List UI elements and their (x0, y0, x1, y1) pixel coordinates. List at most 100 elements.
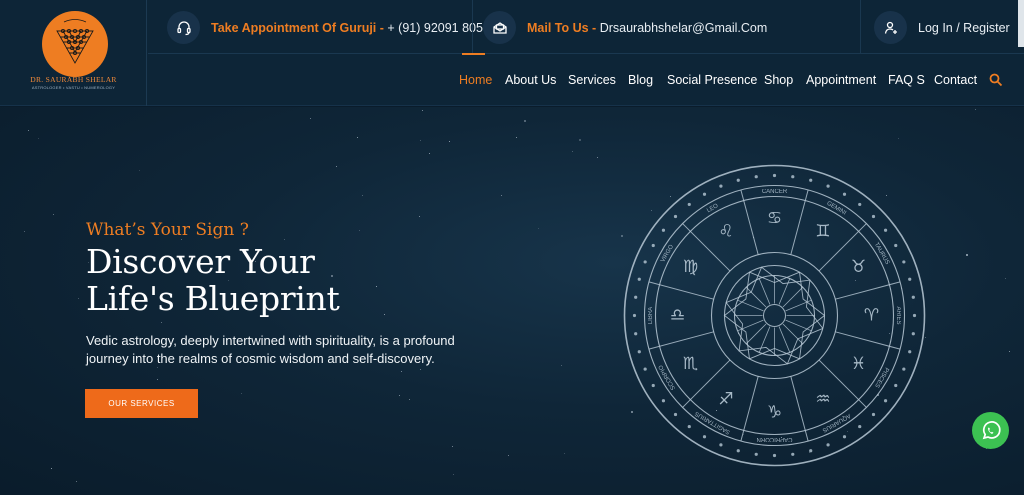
nav-contact[interactable]: Contact (934, 73, 977, 87)
whatsapp-icon[interactable] (972, 412, 1009, 449)
zodiac-dot (911, 332, 915, 336)
zodiac-dot (736, 178, 740, 182)
zodiac-dot (883, 399, 888, 403)
star (453, 474, 454, 475)
zodiac-dot (772, 453, 777, 458)
brand-subtitle: ASTROLOGER • VASTU • NUMEROLOGY (31, 85, 116, 90)
mail-label: Mail To Us - (527, 20, 600, 35)
rosette-ray (758, 278, 771, 305)
zodiac-dot (912, 313, 917, 318)
zodiac-sign-label: LEO (706, 203, 720, 214)
star (561, 365, 562, 366)
star (401, 371, 402, 372)
appointment-contact[interactable]: Take Appointment Of Guruji - + (91) 9209… (167, 11, 497, 44)
hero-title: Discover Your Life's Blueprint (86, 243, 466, 317)
zodiac-dot (911, 295, 915, 299)
zodiac-dot (632, 313, 637, 318)
star (1009, 351, 1010, 352)
site-header: DR. SAURABH SHELAR ASTROLOGER • VASTU • … (0, 0, 1024, 106)
scrollbar[interactable] (1018, 0, 1024, 47)
star (449, 141, 450, 142)
star (564, 453, 565, 454)
star (538, 228, 539, 229)
zodiac-dot (842, 435, 847, 439)
star (420, 140, 421, 141)
search-icon[interactable] (989, 73, 1003, 87)
nav-blog[interactable]: Blog (628, 73, 653, 87)
user-plus-icon (874, 11, 907, 44)
star (422, 110, 423, 111)
headset-icon (167, 11, 200, 44)
star (161, 322, 162, 323)
zodiac-dot (651, 383, 655, 388)
rosette-ray (778, 278, 791, 305)
phone-number[interactable]: + (91) 92091 80537 (387, 21, 496, 35)
zodiac-sign-label: CAPRICORN (756, 436, 792, 442)
zodiac-dot (791, 175, 795, 179)
star (284, 239, 285, 240)
zodiac-dot (809, 449, 813, 453)
appointment-label: Take Appointment Of Guruji - (211, 20, 388, 35)
zodiac-dot (673, 214, 678, 219)
zodiac-glyph-icon: ♏ (683, 354, 698, 374)
zodiac-dot (634, 295, 638, 299)
zodiac-dot (643, 260, 647, 264)
zodiac-dot (702, 435, 707, 439)
rosette-ray (737, 299, 764, 312)
zodiac-sign-label: LIBRA (648, 307, 654, 324)
zodiac-dot (809, 178, 813, 182)
zodiac-dot (772, 173, 777, 178)
rosette-ray (785, 299, 812, 312)
star (419, 216, 420, 217)
hero-kicker: What’s Your Sign ? (86, 220, 249, 240)
nav-home[interactable]: Home (459, 73, 492, 87)
login-register[interactable]: Log In / Register (874, 11, 1010, 44)
nav-about-us[interactable]: About Us (505, 73, 556, 87)
star (76, 481, 77, 482)
zodiac-dot (858, 202, 862, 207)
zodiac-dot (754, 175, 758, 179)
our-services-button[interactable]: OUR SERVICES (85, 389, 198, 418)
star (975, 109, 976, 110)
star (359, 230, 360, 231)
hero-title-line2: Life's Blueprint (86, 279, 340, 318)
star (508, 455, 509, 456)
hero-section: What’s Your Sign ? Discover Your Life's … (0, 107, 1024, 495)
rosette-ray (782, 323, 804, 345)
nav-appointment[interactable]: Appointment (806, 73, 876, 87)
email-address[interactable]: Drsaurabhshelar@Gmail.Com (600, 21, 768, 35)
zodiac-dot (902, 260, 906, 264)
star (241, 393, 242, 394)
nav-services[interactable]: Services (568, 73, 616, 87)
star (452, 446, 453, 447)
star (409, 399, 410, 400)
star (1005, 278, 1006, 279)
zodiac-dot (826, 184, 830, 188)
zodiac-dot (754, 452, 758, 456)
star (336, 166, 337, 167)
hero-description: Vedic astrology, deeply intertwined with… (86, 333, 455, 366)
zodiac-dot (858, 424, 862, 429)
zodiac-dot (871, 412, 876, 417)
mail-contact[interactable]: Mail To Us - Drsaurabhshelar@Gmail.Com (483, 11, 767, 44)
nav-faqs[interactable]: FAQ S (888, 73, 925, 87)
zodiac-dot (651, 243, 655, 248)
nav-shop[interactable]: Shop (764, 73, 793, 87)
zodiac-glyph-icon: ♈ (864, 306, 879, 326)
logo[interactable]: DR. SAURABH SHELAR ASTROLOGER • VASTU • … (0, 0, 147, 106)
zodiac-dot (661, 399, 666, 403)
star (24, 231, 25, 232)
zodiac-dot (894, 243, 898, 248)
zodiac-glyph-icon: ♎ (670, 306, 685, 326)
zodiac-glyph-icon: ♓ (851, 354, 866, 374)
star (516, 137, 517, 138)
divider (472, 0, 473, 53)
star (399, 395, 400, 396)
star (51, 468, 52, 469)
zodiac-dot (871, 214, 876, 219)
zodiac-glyph-icon: ♑ (767, 403, 782, 423)
nav-social-presence[interactable]: Social Presence (667, 73, 757, 87)
rosette-ray (782, 286, 804, 308)
zodiac-dot (736, 449, 740, 453)
zodiac-ring (710, 251, 839, 380)
